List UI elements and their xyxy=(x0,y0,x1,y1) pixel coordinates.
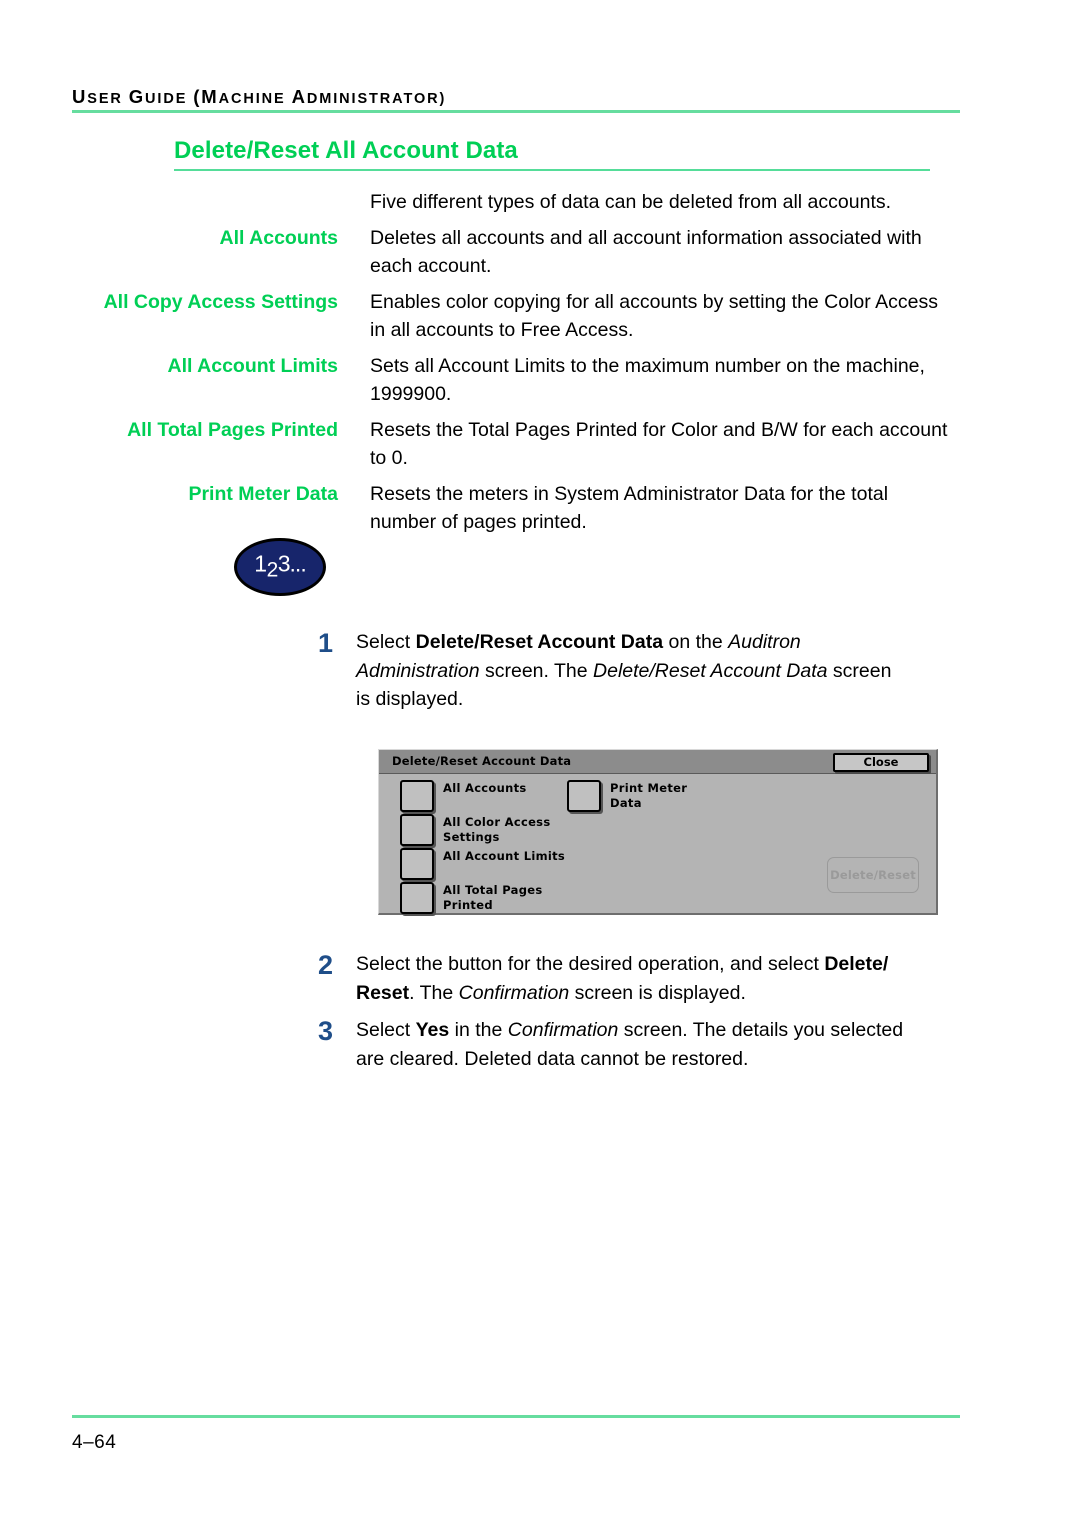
definition-term xyxy=(72,188,338,217)
step-text: Select Delete/Reset Account Data on the … xyxy=(356,631,892,710)
device-option-print-meter-data[interactable]: Print Meter Data xyxy=(567,780,687,812)
device-titlebar: Delete/Reset Account Data Close xyxy=(379,750,936,774)
badge-ellipse-icon: 123... xyxy=(234,538,326,596)
option-label: All Total Pages Printed xyxy=(443,883,543,912)
definition-row-all-account-limits: All Account Limits Sets all Account Limi… xyxy=(72,352,952,409)
device-screen-title: Delete/Reset Account Data xyxy=(392,754,572,768)
definition-row-all-accounts: All Accounts Deletes all accounts and al… xyxy=(72,224,952,281)
definition-term: Print Meter Data xyxy=(188,482,338,505)
page-number: 4–64 xyxy=(72,1432,117,1453)
definition-description: Resets the Total Pages Printed for Color… xyxy=(370,418,948,470)
device-screenshot: Delete/Reset Account Data Close All Acco… xyxy=(378,749,938,915)
option-label: Print Meter Data xyxy=(610,781,688,810)
procedure-step-1: 1 Select Delete/Reset Account Data on th… xyxy=(304,628,904,714)
option-button-icon[interactable] xyxy=(400,780,434,812)
definition-term: All Accounts xyxy=(219,226,338,249)
device-option-all-color-access-settings[interactable]: All Color Access Settings xyxy=(400,814,550,846)
option-button-icon[interactable] xyxy=(400,814,434,846)
procedure-steps-badge: 123... xyxy=(234,538,326,596)
definition-description: Resets the meters in System Administrato… xyxy=(370,482,889,534)
badge-digit-1: 1 xyxy=(254,550,267,577)
document-page: USER GUIDE (MACHINE ADMINISTRATOR) Delet… xyxy=(0,0,1080,1528)
definition-row-all-total-pages-printed: All Total Pages Printed Resets the Total… xyxy=(72,416,952,473)
step-number: 3 xyxy=(318,1016,334,1046)
device-screen-body: All Accounts All Color Access Settings A… xyxy=(379,774,936,914)
device-option-all-total-pages-printed[interactable]: All Total Pages Printed xyxy=(400,882,542,914)
definition-term: All Account Limits xyxy=(167,354,338,377)
option-button-icon[interactable] xyxy=(567,780,601,812)
badge-digit-3: 3... xyxy=(277,550,307,577)
step-number: 2 xyxy=(318,950,334,980)
definition-row-all-copy-access-settings: All Copy Access Settings Enables color c… xyxy=(72,288,952,345)
title-underline-rule xyxy=(174,169,930,171)
step-text: Select the button for the desired operat… xyxy=(356,953,889,1004)
device-option-all-accounts[interactable]: All Accounts xyxy=(400,780,527,812)
badge-label: 123... xyxy=(237,550,323,582)
step-number: 1 xyxy=(318,628,334,658)
option-button-icon[interactable] xyxy=(400,882,434,914)
definition-row-intro: Five different types of data can be dele… xyxy=(72,188,952,217)
definition-list: Five different types of data can be dele… xyxy=(72,188,952,544)
footer-divider-rule xyxy=(72,1415,960,1418)
definition-term: All Total Pages Printed xyxy=(127,418,338,441)
definition-description: Five different types of data can be dele… xyxy=(370,191,892,213)
definition-description: Enables color copying for all accounts b… xyxy=(370,290,938,342)
page-title: Delete/Reset All Account Data xyxy=(174,137,518,164)
procedure-step-2: 2 Select the button for the desired oper… xyxy=(304,950,904,1007)
option-label: All Color Access Settings xyxy=(443,815,551,844)
close-button[interactable]: Close xyxy=(833,753,929,772)
procedure-step-3: 3 Select Yes in the Confirmation screen.… xyxy=(304,1016,914,1073)
header-divider-rule xyxy=(72,110,960,113)
definition-row-print-meter-data: Print Meter Data Resets the meters in Sy… xyxy=(72,480,952,537)
delete-reset-button[interactable]: Delete/Reset xyxy=(827,857,919,893)
option-label: All Account Limits xyxy=(443,849,566,863)
running-header: USER GUIDE (MACHINE ADMINISTRATOR) xyxy=(72,86,446,108)
step-text: Select Yes in the Confirmation screen. T… xyxy=(356,1019,904,1070)
badge-digit-2: 2 xyxy=(266,558,279,582)
definition-description: Sets all Account Limits to the maximum n… xyxy=(370,354,925,406)
definition-description: Deletes all accounts and all account inf… xyxy=(370,226,922,278)
option-button-icon[interactable] xyxy=(400,848,434,880)
running-header-text: USER GUIDE (MACHINE ADMINISTRATOR) xyxy=(72,86,447,107)
definition-term: All Copy Access Settings xyxy=(103,290,338,313)
device-option-all-account-limits[interactable]: All Account Limits xyxy=(400,848,565,880)
option-label: All Accounts xyxy=(443,781,527,795)
